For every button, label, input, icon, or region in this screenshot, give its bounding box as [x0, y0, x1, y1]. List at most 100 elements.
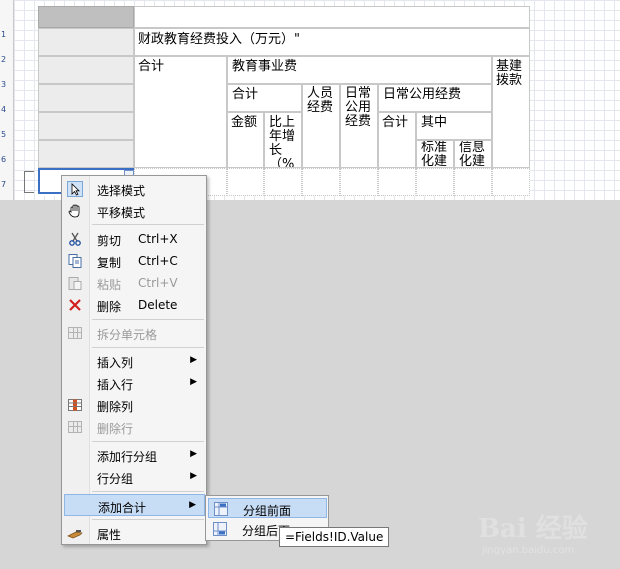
corner-handle[interactable] — [38, 6, 134, 28]
header-edu-business: 教育事业费 — [232, 59, 298, 74]
header-cell[interactable]: 教育事业费 — [227, 56, 492, 84]
header-capital: 基建拨款 — [496, 59, 523, 88]
menu-item-properties[interactable]: 属性 — [64, 522, 205, 544]
menu-item-label: 拆分单元格 — [97, 328, 158, 342]
row-group-bracket[interactable] — [24, 171, 34, 193]
header-cell[interactable]: 合计 — [378, 112, 416, 168]
row-handle[interactable] — [38, 112, 134, 140]
menu-item-split-cells[interactable]: 拆分单元格 — [64, 322, 205, 344]
menu-item-shortcut: Ctrl+C — [138, 254, 178, 268]
ruler-number: 7 — [1, 180, 7, 189]
submenu-arrow-icon: ▶ — [190, 471, 197, 481]
menu-item-label: 复制 — [97, 256, 122, 270]
header-cell[interactable]: 标准化建 — [416, 140, 454, 168]
menu-item-label: 删除行 — [97, 422, 134, 436]
data-cell[interactable] — [302, 168, 340, 196]
header-daily-public-funds: 日常公用经费 — [383, 87, 462, 102]
scissors-icon — [67, 231, 83, 247]
row-handle[interactable] — [38, 56, 134, 84]
menu-separator — [92, 491, 204, 492]
menu-item-delete[interactable]: 删除 Delete — [64, 294, 205, 316]
menu-item-label: 平移模式 — [97, 206, 146, 220]
ruler-number: 5 — [1, 130, 7, 139]
menu-item-label: 删除 — [97, 300, 122, 314]
menu-separator — [92, 519, 204, 520]
header-dp-total: 合计 — [382, 115, 409, 130]
menu-separator — [92, 224, 204, 225]
menu-item-paste[interactable]: 粘贴 Ctrl+V — [64, 272, 205, 294]
baidu-watermark: Bai 经验 — [478, 514, 588, 544]
submenu-arrow-icon: ▶ — [190, 355, 197, 365]
menu-item-add-total[interactable]: 添加合计 ▶ — [64, 494, 205, 516]
data-cell[interactable] — [416, 168, 454, 196]
group-after-icon — [212, 521, 228, 537]
menu-separator — [92, 441, 204, 442]
ruler-number: 6 — [1, 155, 7, 164]
header-standardize: 标准化建 — [421, 140, 448, 168]
menu-item-label: 删除列 — [97, 400, 134, 414]
menu-item-label: 添加合计 — [98, 501, 147, 515]
header-cell[interactable]: 日常公用经费 — [378, 84, 492, 112]
vertical-ruler: 1 2 3 4 5 6 7 — [0, 0, 14, 200]
header-growth: 比上年增长（% — [269, 115, 296, 168]
header-subtotal: 合计 — [232, 87, 259, 102]
data-cell[interactable] — [378, 168, 416, 196]
menu-item-delete-column[interactable]: 删除列 — [64, 394, 205, 416]
split-cells-icon — [67, 325, 83, 341]
header-among: 其中 — [421, 115, 448, 130]
menu-separator — [92, 347, 204, 348]
menu-separator — [92, 319, 204, 320]
menu-item-label: 插入列 — [97, 356, 134, 370]
row-handle[interactable] — [38, 140, 134, 168]
context-menu[interactable]: 选择模式 平移模式 剪切 Ctrl+X 复制 Ctrl+C 粘贴 Ctrl+V … — [61, 175, 207, 545]
header-cell[interactable]: 人员经费 — [302, 84, 340, 168]
menu-item-delete-row[interactable]: 删除行 — [64, 416, 205, 438]
menu-item-copy[interactable]: 复制 Ctrl+C — [64, 250, 205, 272]
header-cell[interactable]: 日常公用经费 — [340, 84, 378, 168]
menu-item-insert-column[interactable]: 插入列 ▶ — [64, 350, 205, 372]
delete-row-icon — [67, 419, 83, 435]
header-cell[interactable]: 金额 — [227, 112, 264, 168]
header-cell[interactable]: 信息化建 — [454, 140, 492, 168]
menu-item-label: 行分组 — [97, 472, 134, 486]
data-cell[interactable] — [454, 168, 492, 196]
menu-item-pan-mode[interactable]: 平移模式 — [64, 200, 205, 222]
data-cell[interactable] — [492, 168, 530, 196]
menu-item-shortcut: Delete — [138, 298, 178, 312]
header-amount: 金额 — [231, 115, 258, 130]
menu-item-row-group[interactable]: 行分组 ▶ — [64, 466, 205, 488]
menu-item-select-mode[interactable]: 选择模式 — [64, 178, 205, 200]
ruler-number: 4 — [1, 105, 7, 114]
header-cell[interactable]: 合计 — [227, 84, 302, 112]
ruler-number: 1 — [1, 30, 7, 39]
header-staff-funds: 人员经费 — [307, 86, 334, 115]
paste-icon — [67, 275, 83, 291]
header-cell[interactable]: 基建拨款 — [492, 56, 530, 168]
header-cell[interactable]: 其中 — [416, 112, 492, 140]
column-handles-row[interactable] — [134, 6, 530, 28]
menu-item-insert-row[interactable]: 插入行 ▶ — [64, 372, 205, 394]
header-daily-public: 日常公用经费 — [345, 86, 372, 129]
submenu-arrow-icon: ▶ — [189, 500, 196, 510]
header-info: 信息化建 — [459, 140, 486, 168]
header-cell[interactable]: 比上年增长（% — [264, 112, 302, 168]
submenu-item-label: 分组前面 — [243, 504, 292, 518]
submenu-arrow-icon: ▶ — [190, 377, 197, 387]
menu-item-cut[interactable]: 剪切 Ctrl+X — [64, 228, 205, 250]
menu-item-label: 选择模式 — [97, 184, 146, 198]
menu-item-label: 粘贴 — [97, 278, 122, 292]
menu-item-shortcut: Ctrl+X — [138, 232, 178, 246]
row-handle[interactable] — [38, 28, 134, 56]
data-cell[interactable] — [340, 168, 378, 196]
submenu-item-group-before[interactable]: 分组前面 — [208, 498, 327, 518]
header-cell[interactable]: 合计 — [134, 56, 227, 168]
properties-icon — [67, 525, 83, 541]
data-cell[interactable] — [227, 168, 264, 196]
menu-item-add-row-group[interactable]: 添加行分组 ▶ — [64, 444, 205, 466]
menu-item-label: 添加行分组 — [97, 450, 158, 464]
pointer-icon — [67, 181, 83, 197]
data-cell[interactable] — [264, 168, 302, 196]
row-handle[interactable] — [38, 84, 134, 112]
field-expression-tooltip: =Fields!ID.Value — [279, 527, 390, 547]
table-title-cell[interactable]: 财政教育经费投入（万元）" — [134, 28, 530, 56]
